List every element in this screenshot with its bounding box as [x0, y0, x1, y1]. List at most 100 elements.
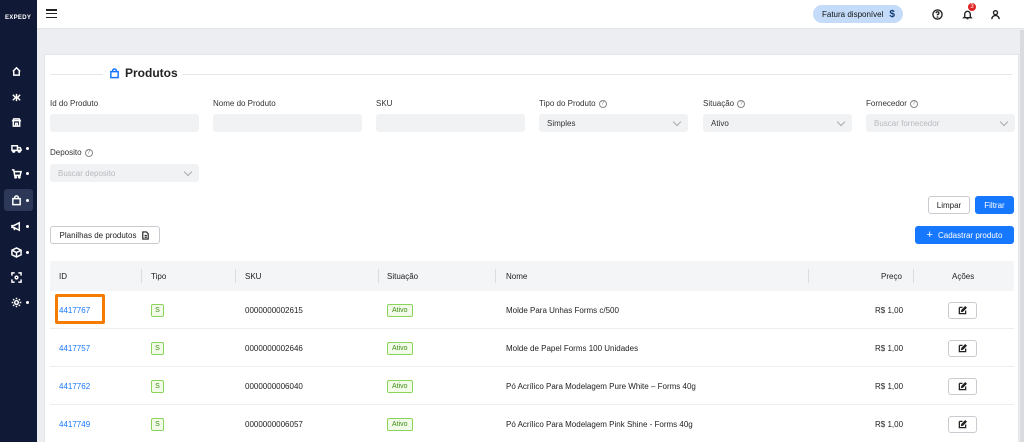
situacao-label-group: Situação ?	[703, 99, 746, 108]
sidebar-item-marketing[interactable]	[4, 215, 33, 237]
sidebar: EXPEDY	[0, 0, 37, 442]
sku-cell: 0000000006040	[245, 381, 303, 391]
sidebar-item-inventory[interactable]	[4, 241, 33, 263]
fornecedor-placeholder: Buscar fornecedor	[874, 118, 940, 128]
tipo-cell: S	[151, 291, 164, 329]
top-bar: Fatura disponível $ 3	[37, 0, 1024, 29]
puzzle-icon	[12, 93, 21, 101]
table-row[interactable]: 4417767 S 0000000002615 Ativo Molde Para…	[50, 291, 1014, 329]
situacao-cell: Ativo	[387, 329, 413, 367]
page-title-text: Produtos	[125, 66, 178, 80]
expand-dot-icon	[26, 146, 29, 150]
sidebar-item-scanner[interactable]	[4, 266, 33, 288]
sidebar-item-integrations[interactable]	[4, 86, 33, 108]
preco-cell: R$ 1,00	[875, 305, 904, 315]
situacao-select[interactable]: Ativo	[703, 114, 852, 132]
status-badge: Ativo	[387, 379, 413, 393]
sidebar-item-home[interactable]	[4, 60, 33, 82]
col-divider	[808, 269, 809, 283]
edit-icon	[958, 305, 967, 314]
sidebar-item-store[interactable]	[4, 111, 33, 133]
col-preco[interactable]: Preço	[881, 261, 902, 291]
edit-icon	[958, 419, 967, 428]
help-icon[interactable]: ?	[84, 148, 93, 157]
expand-dot-icon	[26, 300, 29, 304]
sidebar-item-shipping[interactable]	[4, 137, 33, 159]
cart-icon	[11, 168, 22, 179]
situacao-label: Situação	[703, 99, 735, 108]
col-divider	[495, 269, 496, 283]
tipo-tag: S	[151, 341, 164, 355]
product-id-link[interactable]: 4417757	[59, 329, 90, 367]
sidebar-item-orders[interactable]	[4, 162, 33, 184]
help-icon[interactable]	[930, 7, 944, 21]
sidebar-item-settings[interactable]	[4, 291, 33, 313]
edit-button[interactable]	[948, 339, 977, 357]
help-icon[interactable]: ?	[737, 99, 746, 108]
situacao-cell: Ativo	[387, 291, 413, 329]
user-icon[interactable]	[988, 7, 1002, 21]
nome-cell: Pó Acrílico Para Modelagem Pink Shine - …	[506, 419, 693, 429]
edit-button[interactable]	[948, 415, 977, 433]
situacao-cell: Ativo	[387, 367, 413, 405]
sku-cell: 0000000006057	[245, 419, 303, 429]
chevron-down-icon	[183, 167, 193, 176]
help-icon[interactable]: ?	[909, 99, 918, 108]
tipo-tag: S	[151, 417, 164, 431]
box-icon	[11, 246, 22, 258]
tipo-select-value: Simples	[547, 118, 576, 128]
store-icon	[11, 117, 22, 127]
planilhas-button[interactable]: Planilhas de produtos	[50, 226, 160, 244]
fatura-label: Fatura disponível	[822, 9, 884, 19]
filtrar-button[interactable]: Filtrar	[975, 196, 1014, 214]
sku-input[interactable]	[376, 114, 525, 132]
table-row[interactable]: 4417749 S 0000000006057 Ativo Pó Acrílic…	[50, 405, 1014, 442]
page-title: Produtos	[109, 66, 178, 80]
nome-input[interactable]	[213, 114, 362, 132]
col-tipo[interactable]: Tipo	[151, 261, 166, 291]
edit-button[interactable]	[948, 377, 977, 395]
expand-dot-icon	[26, 224, 29, 228]
shopping-bag-icon	[12, 194, 21, 205]
tipo-label: Tipo do Produto	[539, 99, 596, 108]
chevron-down-icon	[672, 117, 682, 126]
sidebar-item-products[interactable]	[4, 189, 33, 211]
help-icon[interactable]: ?	[598, 99, 607, 108]
table-row[interactable]: 4417762 S 0000000006040 Ativo Pó Acrílic…	[50, 367, 1014, 405]
limpar-button[interactable]: Limpar	[928, 196, 970, 214]
fornecedor-select[interactable]: Buscar fornecedor	[866, 114, 1015, 132]
tipo-tag: S	[151, 379, 164, 393]
preco-cell: R$ 1,00	[875, 381, 904, 391]
page-scrollbar[interactable]	[1020, 30, 1024, 442]
col-divider	[141, 269, 142, 283]
cadastrar-label: Cadastrar produto	[937, 230, 1003, 240]
brand-logo: EXPEDY	[5, 15, 32, 21]
cadastrar-produto-button[interactable]: + Cadastrar produto	[915, 226, 1014, 244]
product-id-link[interactable]: 4417749	[59, 405, 90, 442]
chevron-down-icon	[999, 117, 1009, 126]
col-sku[interactable]: SKU	[245, 261, 261, 291]
expand-dot-icon	[26, 198, 29, 202]
deposito-placeholder: Buscar deposito	[58, 168, 116, 178]
gear-icon	[11, 297, 22, 307]
col-nome[interactable]: Nome	[506, 261, 527, 291]
menu-icon[interactable]	[46, 9, 57, 19]
sku-cell: 0000000002646	[245, 343, 303, 353]
edit-button[interactable]	[948, 301, 977, 319]
chevron-down-icon	[836, 117, 846, 126]
deposito-select[interactable]: Buscar deposito	[50, 164, 199, 182]
nome-cell: Molde de Papel Forms 100 Unidades	[506, 343, 639, 353]
table-row[interactable]: 4417757 S 0000000002646 Ativo Molde de P…	[50, 329, 1014, 367]
bell-icon[interactable]: 3	[960, 3, 976, 21]
tipo-cell: S	[151, 367, 164, 405]
dollar-icon: $	[889, 8, 895, 20]
situacao-cell: Ativo	[387, 405, 413, 442]
product-id-link[interactable]: 4417762	[59, 367, 90, 405]
col-situacao[interactable]: Situação	[387, 261, 418, 291]
fatura-disponivel-button[interactable]: Fatura disponível $	[813, 5, 903, 23]
id-input[interactable]	[50, 114, 199, 132]
col-id[interactable]: ID	[59, 261, 67, 291]
tipo-cell: S	[151, 329, 164, 367]
tipo-select[interactable]: Simples	[539, 114, 688, 132]
sku-cell: 0000000002615	[245, 305, 303, 315]
